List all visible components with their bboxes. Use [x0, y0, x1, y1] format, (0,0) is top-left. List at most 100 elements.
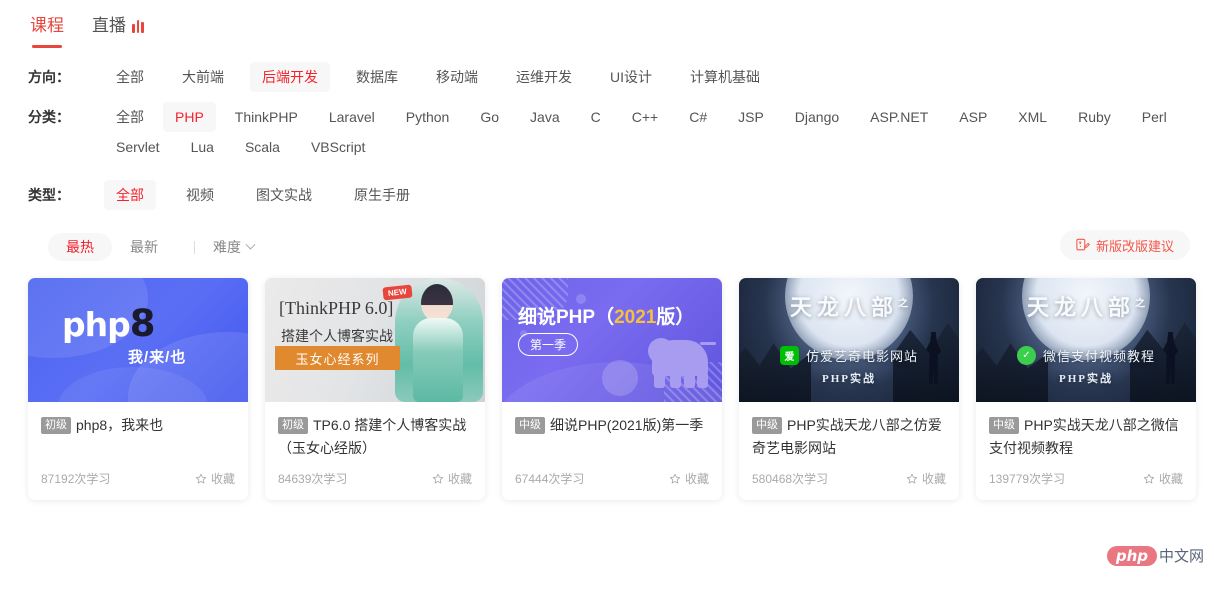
- cover-title-php8: php8: [62, 302, 155, 345]
- filter-option-category-php[interactable]: PHP: [163, 102, 216, 132]
- course-card-body: 初级 php8，我来也: [28, 402, 248, 470]
- course-cover-tianlong-wechat: 天龙八部之 ✓ 微信支付视频教程 PHP实战: [976, 278, 1196, 402]
- course-learn-count: 87192次学习: [41, 472, 111, 486]
- filter-option-category-scala[interactable]: Scala: [233, 132, 292, 162]
- filter-option-category-csharp[interactable]: C#: [677, 102, 719, 132]
- filter-option-category-cpp[interactable]: C++: [620, 102, 670, 132]
- filter-option-category-asp[interactable]: ASP: [947, 102, 999, 132]
- course-card[interactable]: 天龙八部之 爱 仿爱艺奇电影网站 PHP实战 中级 PHP实战天龙八部之仿爱奇艺电…: [739, 278, 959, 500]
- favorite-button[interactable]: 收藏: [1143, 470, 1183, 487]
- course-card-grid: php8 我/来/也 初级 php8，我来也 87192次学习 收藏 [Think…: [0, 278, 1214, 500]
- filter-option-type-article[interactable]: 图文实战: [244, 180, 324, 210]
- cover-subtitle-thinkphp: 搭建个人博客实战: [281, 328, 393, 344]
- cover-illustration-elephant-legs: [652, 374, 708, 388]
- favorite-button[interactable]: 收藏: [432, 470, 472, 487]
- active-tab-underline: [32, 45, 62, 48]
- iqiyi-logo-icon: 爱: [779, 346, 799, 365]
- filter-option-category-servlet[interactable]: Servlet: [104, 132, 172, 162]
- level-badge: 中级: [515, 417, 545, 434]
- course-card-body: 初级 TP6.0 搭建个人博客实战（玉女心经版）: [265, 402, 485, 470]
- cover-decor-mountain: [976, 343, 1048, 402]
- filter-option-category-perl[interactable]: Perl: [1130, 102, 1179, 132]
- course-card[interactable]: [ThinkPHP 6.0] NEW 搭建个人博客实战 玉女心经系列 初级 TP6…: [265, 278, 485, 500]
- course-card-footer: 580468次学习 收藏: [739, 470, 959, 500]
- filter-option-category-django[interactable]: Django: [783, 102, 851, 132]
- filter-label-type: 类型：: [28, 187, 70, 203]
- tab-courses[interactable]: 课程: [30, 14, 64, 48]
- course-card-body: 中级 PHP实战天龙八部之仿爱奇艺电影网站: [739, 402, 959, 470]
- level-badge: 中级: [752, 417, 782, 434]
- live-indicator-icon: [132, 19, 144, 33]
- filter-option-type-all[interactable]: 全部: [104, 180, 156, 210]
- filter-option-type-video[interactable]: 视频: [174, 180, 226, 210]
- sort-option-newest[interactable]: 最新: [112, 233, 176, 261]
- favorite-button[interactable]: 收藏: [195, 470, 235, 487]
- filter-option-direction-all[interactable]: 全部: [104, 62, 156, 92]
- level-badge: 中级: [989, 417, 1019, 434]
- cover-subtitle-php8: 我/来/也: [128, 349, 187, 366]
- filter-option-category-python[interactable]: Python: [394, 102, 462, 132]
- filter-option-category-jsp[interactable]: JSP: [726, 102, 776, 132]
- cover-sub-text: PHP实战: [1059, 373, 1113, 385]
- filter-option-category-ruby[interactable]: Ruby: [1066, 102, 1123, 132]
- filter-option-direction-backend[interactable]: 后端开发: [250, 62, 330, 92]
- edit-note-icon: [1076, 238, 1090, 251]
- favorite-label: 收藏: [921, 472, 946, 486]
- course-card[interactable]: php8 我/来/也 初级 php8，我来也 87192次学习 收藏: [28, 278, 248, 500]
- cover-word-8: 8: [129, 302, 156, 345]
- course-title: php8，我来也: [76, 417, 164, 433]
- tab-live[interactable]: 直播: [92, 14, 144, 48]
- filter-option-type-manual[interactable]: 原生手册: [342, 180, 422, 210]
- filter-option-direction-devops[interactable]: 运维开发: [504, 62, 584, 92]
- favorite-label: 收藏: [684, 472, 709, 486]
- course-learn-count: 580468次学习: [752, 472, 829, 486]
- watermark-php-logo: php: [1106, 545, 1157, 566]
- course-card[interactable]: 细说PHP（2021版） 第一季 中级 细说PHP(2021版)第一季 67444…: [502, 278, 722, 500]
- sort-option-hottest[interactable]: 最热: [48, 233, 112, 261]
- course-title-line: 中级 PHP实战天龙八部之仿爱奇艺电影网站: [752, 414, 946, 460]
- course-title-line: 初级 TP6.0 搭建个人博客实战（玉女心经版）: [278, 414, 472, 460]
- filter-option-category-lua[interactable]: Lua: [179, 132, 226, 162]
- level-badge: 初级: [278, 417, 308, 434]
- filter-row-category: 分类： 全部 PHP ThinkPHP Laravel Python Go Ja…: [0, 102, 1214, 162]
- course-card[interactable]: 天龙八部之 ✓ 微信支付视频教程 PHP实战 中级 PHP实战天龙八部之微信支付视…: [976, 278, 1196, 500]
- redesign-suggestion-button[interactable]: 新版改版建议: [1059, 230, 1190, 260]
- filter-option-category-all[interactable]: 全部: [104, 102, 156, 132]
- tab-courses-label: 课程: [30, 16, 64, 35]
- filter-option-category-xml[interactable]: XML: [1006, 102, 1059, 132]
- level-badge: 初级: [41, 417, 71, 434]
- course-cover-tianlong-iqiyi: 天龙八部之 爱 仿爱艺奇电影网站 PHP实战: [739, 278, 959, 402]
- sort-option-difficulty[interactable]: 难度: [213, 237, 256, 257]
- filter-option-category-c[interactable]: C: [579, 102, 613, 132]
- filter-option-category-thinkphp[interactable]: ThinkPHP: [223, 102, 310, 132]
- sort-divider: [194, 240, 195, 254]
- filter-option-direction-database[interactable]: 数据库: [344, 62, 410, 92]
- course-card-footer: 84639次学习 收藏: [265, 470, 485, 500]
- filter-option-direction-uidesign[interactable]: UI设计: [598, 62, 664, 92]
- favorite-label: 收藏: [1158, 472, 1183, 486]
- cover-title-thinkphp: [ThinkPHP 6.0]: [279, 298, 394, 318]
- course-title-line: 初级 php8，我来也: [41, 414, 235, 437]
- site-watermark: php 中文网: [1106, 545, 1204, 566]
- cover-illustration-elephant: [648, 338, 716, 376]
- favorite-button[interactable]: 收藏: [669, 470, 709, 487]
- filter-option-category-aspnet[interactable]: ASP.NET: [858, 102, 940, 132]
- filter-option-category-laravel[interactable]: Laravel: [317, 102, 387, 132]
- cover-ribbon-thinkphp: 玉女心经系列: [275, 346, 400, 370]
- cover-midrow: 爱 仿爱艺奇电影网站: [779, 346, 918, 365]
- favorite-button[interactable]: 收藏: [906, 470, 946, 487]
- filter-option-category-go[interactable]: Go: [468, 102, 511, 132]
- cover-title-year: 2021: [614, 307, 657, 328]
- filter-option-category-vbscript[interactable]: VBScript: [299, 132, 377, 162]
- redesign-suggestion-label: 新版改版建议: [1095, 238, 1174, 254]
- filter-option-category-java[interactable]: Java: [518, 102, 572, 132]
- chevron-down-icon: [245, 239, 256, 250]
- filter-option-direction-cs-basics[interactable]: 计算机基础: [678, 62, 772, 92]
- course-card-body: 中级 细说PHP(2021版)第一季: [502, 402, 722, 470]
- filter-option-direction-frontend[interactable]: 大前端: [170, 62, 236, 92]
- sort-bar: 最热 最新 难度 新版改版建议: [0, 230, 1214, 264]
- cover-season-pill: 第一季: [518, 333, 579, 356]
- course-title-line: 中级 细说PHP(2021版)第一季: [515, 414, 709, 437]
- course-card-footer: 139779次学习 收藏: [976, 470, 1196, 500]
- filter-option-direction-mobile[interactable]: 移动端: [424, 62, 490, 92]
